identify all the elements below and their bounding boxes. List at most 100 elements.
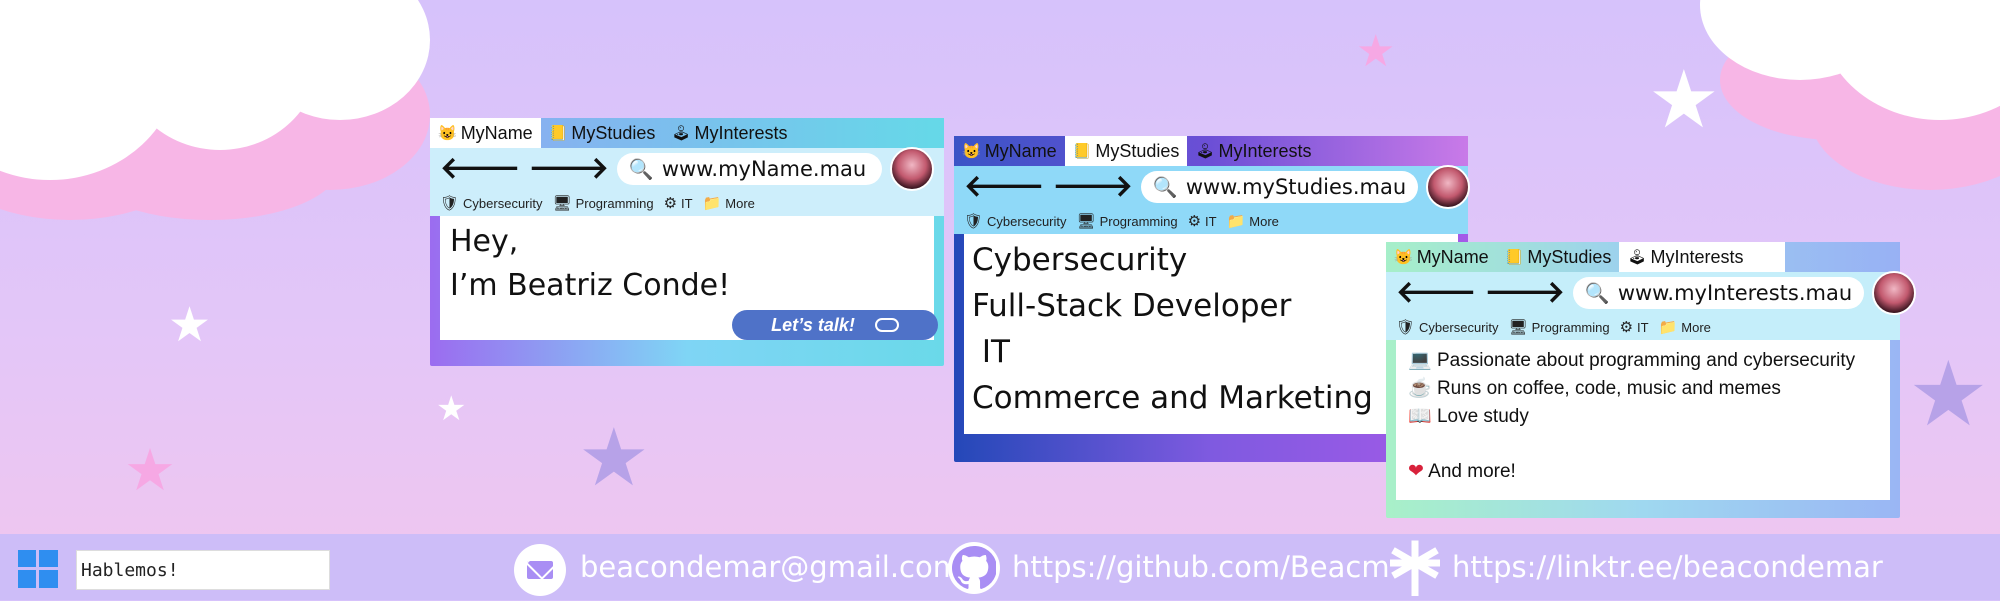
gear-icon: ⚙ xyxy=(1187,213,1202,230)
bookmark-more[interactable]: 📁 More xyxy=(1659,318,1711,336)
bookmarks-bar: 🛡 Cybersecurity 🖥 Programming ⚙ IT 📁 More xyxy=(1386,314,1900,340)
search-icon: 🔍 xyxy=(1152,176,1178,199)
tab-mystudies[interactable]: 📒 MyStudies xyxy=(541,118,664,148)
tab-myname[interactable]: 😺 MyName xyxy=(954,136,1065,166)
windows-icon[interactable] xyxy=(18,550,58,588)
bookmarks-bar: 🛡 Cybersecurity 🖥 Programming ⚙ IT 📁 More xyxy=(430,190,944,216)
interest-text: Runs on coffee, code, music and memes xyxy=(1436,378,1781,399)
interest-text: Passionate about programming and cyberse… xyxy=(1436,350,1856,371)
interest-item: 📖 Love study xyxy=(1408,404,1878,432)
bookmark-it[interactable]: ⚙ IT xyxy=(1620,318,1649,336)
monitor-icon: 🖥 xyxy=(1076,213,1096,230)
bookmark-more[interactable]: 📁 More xyxy=(1227,212,1279,230)
forward-arrow-icon[interactable]: 🡒 xyxy=(528,154,608,184)
tab-mystudies[interactable]: 📒 MyStudies xyxy=(1064,136,1188,166)
interest-item: ☕ Runs on coffee, code, music and memes xyxy=(1408,376,1878,404)
coffee-icon: ☕ xyxy=(1408,378,1432,399)
cat-icon: 😺 xyxy=(1394,249,1413,266)
greeting-line: Hey, xyxy=(450,224,519,259)
gear-icon: ⚙ xyxy=(1619,319,1634,336)
star-decoration: ★ xyxy=(168,299,212,352)
search-icon: 🔍 xyxy=(628,158,654,181)
bookmark-label: More xyxy=(725,195,755,211)
bookmark-programming[interactable]: 🖥 Programming xyxy=(1509,318,1610,336)
heart-icon: ❤ xyxy=(1408,461,1424,482)
notebook-icon: 📒 xyxy=(1504,249,1524,266)
github-icon[interactable] xyxy=(948,542,1000,594)
nav-bar: 🡐 🡒 🔍 www.myInterests.mau xyxy=(1386,271,1917,315)
toggle-icon xyxy=(874,318,899,332)
tab-myinterests[interactable]: 🕹 MyInterests xyxy=(1187,136,1319,166)
tab-bar: 😺 MyName 📒 MyStudies 🕹 MyInterests xyxy=(430,118,944,148)
star-decoration: ★ xyxy=(1356,27,1396,76)
lets-talk-button[interactable]: Let’s talk! xyxy=(732,310,938,340)
address-bar[interactable]: 🔍 www.myStudies.mau xyxy=(1140,171,1419,203)
bookmark-cybersecurity[interactable]: 🛡 Cybersecurity xyxy=(1396,318,1499,336)
study-line: Commerce and Marketing xyxy=(972,380,1373,416)
page-content: 💻 Passionate about programming and cyber… xyxy=(1396,340,1890,500)
bookmark-label: More xyxy=(1249,213,1279,229)
bookmark-more[interactable]: 📁 More xyxy=(703,194,755,212)
joystick-icon: 🕹 xyxy=(671,125,691,142)
tab-label: MyStudies xyxy=(571,122,656,143)
bookmark-it[interactable]: ⚙ IT xyxy=(664,194,693,212)
bookmark-programming[interactable]: 🖥 Programming xyxy=(1077,212,1178,230)
tab-myname[interactable]: 😺 MyName xyxy=(1386,242,1497,272)
url-text: www.myInterests.mau xyxy=(1617,281,1853,305)
bookmarks-bar: 🛡 Cybersecurity 🖥 Programming ⚙ IT 📁 More xyxy=(954,208,1468,234)
monitor-icon: 🖥 xyxy=(1508,319,1528,336)
tab-label: MyInterests xyxy=(1650,246,1744,267)
bookmark-cybersecurity[interactable]: 🛡 Cybersecurity xyxy=(964,212,1067,230)
back-arrow-icon[interactable]: 🡐 xyxy=(964,172,1044,202)
github-link[interactable]: https://github.com/Beacm xyxy=(1012,550,1390,584)
cat-icon: 😺 xyxy=(438,125,457,142)
address-bar[interactable]: 🔍 www.myInterests.mau xyxy=(1572,277,1865,309)
address-bar[interactable]: 🔍 www.myName.mau xyxy=(616,153,882,185)
shield-icon: 🛡 xyxy=(1396,319,1416,336)
back-arrow-icon[interactable]: 🡐 xyxy=(1396,278,1476,308)
avatar[interactable] xyxy=(1426,165,1471,209)
forward-arrow-icon[interactable]: 🡒 xyxy=(1052,172,1132,202)
nav-bar: 🡐 🡒 🔍 www.myStudies.mau xyxy=(954,165,1471,209)
tab-label: MyStudies xyxy=(1527,246,1612,267)
tab-myinterests[interactable]: 🕹 MyInterests xyxy=(663,118,795,148)
interest-item: 💻 Passionate about programming and cyber… xyxy=(1408,348,1878,376)
nav-bar: 🡐 🡒 🔍 www.myName.mau xyxy=(430,147,944,191)
laptop-icon: 💻 xyxy=(1408,350,1432,371)
tab-bar: 😺 MyName 📒 MyStudies 🕹 MyInterests xyxy=(1386,242,1900,272)
interest-text: And more! xyxy=(1428,461,1516,482)
folder-icon: 📁 xyxy=(702,195,722,212)
folder-icon: 📁 xyxy=(1226,213,1246,230)
button-label: Let’s talk! xyxy=(771,314,855,335)
interest-spacer xyxy=(1408,432,1878,460)
email-link[interactable]: beacondemar@gmail.com xyxy=(580,550,961,584)
forward-arrow-icon[interactable]: 🡒 xyxy=(1484,278,1564,308)
bookmark-cybersecurity[interactable]: 🛡 Cybersecurity xyxy=(440,194,543,212)
bookmark-label: IT xyxy=(1205,213,1217,229)
bookmark-it[interactable]: ⚙ IT xyxy=(1188,212,1217,230)
browser-window-myinterests: 😺 MyName 📒 MyStudies 🕹 MyInterests 🡐 🡒 🔍… xyxy=(1386,242,1917,518)
avatar[interactable] xyxy=(890,147,934,191)
url-text: www.myName.mau xyxy=(661,157,867,181)
tab-myname[interactable]: 😺 MyName xyxy=(430,118,541,148)
joystick-icon: 🕹 xyxy=(1627,249,1647,266)
bookmark-programming[interactable]: 🖥 Programming xyxy=(553,194,654,212)
star-decoration: ★ xyxy=(124,438,176,503)
linktree-link[interactable]: https://linktr.ee/beacondemar xyxy=(1452,550,1883,584)
back-arrow-icon[interactable]: 🡐 xyxy=(440,154,520,184)
tab-mystudies[interactable]: 📒 MyStudies xyxy=(1497,242,1620,272)
tab-label: MyInterests xyxy=(1218,140,1312,161)
interest-text: Love study xyxy=(1436,406,1529,427)
taskbar-search-input[interactable]: Hablemos! xyxy=(76,550,330,590)
linktree-icon[interactable] xyxy=(1389,540,1441,598)
search-icon: 🔍 xyxy=(1584,282,1610,305)
avatar[interactable] xyxy=(1872,271,1917,315)
notebook-icon: 📒 xyxy=(548,125,568,142)
mail-icon[interactable] xyxy=(514,544,566,596)
star-decoration: ★ xyxy=(1908,345,1989,445)
tab-label: MyName xyxy=(1416,246,1489,267)
bookmark-label: IT xyxy=(681,195,693,211)
tab-myinterests[interactable]: 🕹 MyInterests xyxy=(1619,242,1786,272)
taskbar: Hablemos! beacondemar@gmail.com https://… xyxy=(0,534,2000,600)
star-decoration: ★ xyxy=(436,390,467,428)
